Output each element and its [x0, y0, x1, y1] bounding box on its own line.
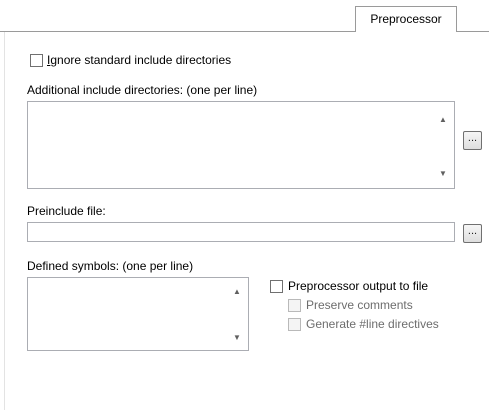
include-dirs-label: Additional include directories: (one per…	[27, 83, 258, 97]
panel-edge	[4, 32, 5, 410]
tab-strip-border-left	[0, 31, 356, 32]
scroll-down-icon[interactable]: ▼	[232, 334, 242, 342]
scroll-up-icon[interactable]: ▲	[438, 116, 448, 124]
preserve-comments-checkbox[interactable]	[288, 299, 301, 312]
preproc-output-label[interactable]: Preprocessor output to file	[288, 279, 428, 293]
ignore-std-checkbox[interactable]	[30, 54, 43, 67]
preinclude-input[interactable]	[27, 222, 455, 242]
tab-preprocessor-label: Preprocessor	[370, 12, 442, 26]
scroll-down-icon[interactable]: ▼	[438, 170, 448, 178]
preinclude-label: Preinclude file:	[27, 204, 106, 218]
ignore-std-label[interactable]: Ignore standard include directories	[47, 53, 231, 67]
ignore-std-label-text: gnore standard include directories	[50, 53, 232, 67]
tab-strip-border-right	[456, 31, 489, 32]
include-dirs-textarea[interactable]: ▲ ▼	[27, 101, 455, 189]
preserve-comments-label: Preserve comments	[306, 298, 413, 312]
defined-symbols-label: Defined symbols: (one per line)	[27, 259, 194, 273]
preinclude-browse-button[interactable]: ...	[463, 224, 482, 243]
preproc-output-checkbox[interactable]	[270, 280, 283, 293]
scroll-up-icon[interactable]: ▲	[232, 288, 242, 296]
include-dirs-browse-button[interactable]: ...	[463, 131, 482, 150]
generate-line-label: Generate #line directives	[306, 317, 439, 331]
generate-line-checkbox[interactable]	[288, 318, 301, 331]
defined-symbols-textarea[interactable]: ▲ ▼	[27, 277, 249, 351]
tab-preprocessor[interactable]: Preprocessor	[355, 6, 457, 32]
